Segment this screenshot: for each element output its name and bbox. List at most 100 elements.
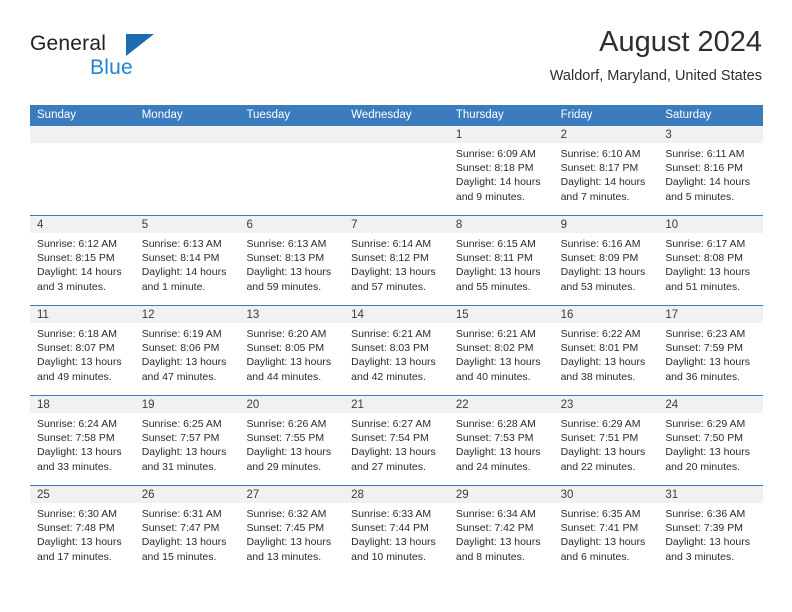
daylight-text-line1: Daylight: 14 hours	[141, 266, 227, 279]
calendar-day-cell[interactable]: 31 Sunrise: 6:36 AM Sunset: 7:39 PM Dayligh…	[658, 486, 764, 575]
weekday-header-thursday: Thursday	[455, 109, 504, 121]
calendar-day-cell[interactable]: 16 Sunrise: 6:22 AM Sunset: 8:01 PM Dayligh…	[553, 306, 659, 395]
day-number: 19	[134, 396, 240, 413]
calendar-day-cell[interactable]: 17 Sunrise: 6:23 AM Sunset: 7:59 PM Dayligh…	[658, 306, 764, 395]
day-details: Sunrise: 6:22 AM Sunset: 8:01 PM Daylight:…	[554, 323, 659, 384]
daylight-text-line1: Daylight: 13 hours	[560, 266, 646, 279]
general-blue-logo[interactable]: General Blue	[30, 32, 160, 84]
calendar-day-cell[interactable]: 25 Sunrise: 6:30 AM Sunset: 7:48 PM Dayligh…	[30, 486, 135, 575]
calendar-day-cell[interactable]: 7 Sunrise: 6:14 AM Sunset: 8:12 PM Daylight…	[344, 216, 449, 305]
day-number: 28	[344, 486, 449, 503]
daylight-text-line2: and 33 minutes.	[37, 460, 112, 473]
calendar-day-cell[interactable]: 22 Sunrise: 6:28 AM Sunset: 7:53 PM Dayligh…	[448, 396, 554, 485]
sunset-text: Sunset: 8:02 PM	[455, 342, 534, 355]
calendar-day-cell[interactable]: 5 Sunrise: 6:13 AM Sunset: 8:14 PM Daylight…	[134, 216, 240, 305]
calendar-day-cell[interactable]: 13 Sunrise: 6:20 AM Sunset: 8:05 PM Dayligh…	[239, 306, 345, 395]
sunrise-text: Sunrise: 6:14 AM	[351, 238, 432, 250]
sunset-text: Sunset: 8:09 PM	[560, 252, 639, 265]
daylight-text-line2: and 13 minutes.	[246, 550, 322, 563]
sunrise-text: Sunrise: 6:20 AM	[246, 328, 327, 340]
calendar-day-cell[interactable]: 20 Sunrise: 6:26 AM Sunset: 7:55 PM Dayligh…	[239, 396, 345, 485]
calendar-day-cell[interactable]: 30 Sunrise: 6:35 AM Sunset: 7:41 PM Dayligh…	[553, 486, 659, 575]
weekday-header-wednesday: Wednesday	[351, 109, 412, 121]
sunset-text: Sunset: 8:13 PM	[246, 252, 325, 265]
day-number: 27	[239, 486, 345, 503]
daylight-text-line2: and 17 minutes.	[37, 550, 112, 563]
daylight-text-line2: and 9 minutes.	[455, 190, 525, 203]
sunrise-text: Sunrise: 6:33 AM	[351, 508, 432, 520]
daylight-text-line1: Daylight: 13 hours	[351, 356, 436, 369]
daylight-text-line2: and 42 minutes.	[351, 370, 426, 383]
sunrise-text: Sunrise: 6:30 AM	[37, 508, 117, 520]
calendar-day-cell[interactable]: 3 Sunrise: 6:11 AM Sunset: 8:16 PM Daylight…	[658, 126, 764, 215]
calendar-week-row: 4 Sunrise: 6:12 AM Sunset: 8:15 PM Daylight…	[30, 215, 764, 305]
calendar-day-cell[interactable]: 4 Sunrise: 6:12 AM Sunset: 8:15 PM Daylight…	[30, 216, 135, 305]
calendar-day-cell[interactable]: 24 Sunrise: 6:29 AM Sunset: 7:50 PM Dayligh…	[658, 396, 764, 485]
calendar-day-cell[interactable]: 15 Sunrise: 6:21 AM Sunset: 8:02 PM Dayligh…	[448, 306, 554, 395]
daylight-text-line2: and 59 minutes.	[246, 280, 322, 293]
calendar-day-cell[interactable]: 18 Sunrise: 6:24 AM Sunset: 7:58 PM Dayligh…	[30, 396, 135, 485]
daylight-text-line1: Daylight: 14 hours	[560, 176, 646, 189]
daylight-text-line2: and 29 minutes.	[246, 460, 322, 473]
day-details: Sunrise: 6:16 AM Sunset: 8:09 PM Daylight:…	[554, 233, 659, 294]
daylight-text-line2: and 36 minutes.	[665, 370, 741, 383]
sunrise-text: Sunrise: 6:36 AM	[665, 508, 746, 520]
calendar-day-cell[interactable]: 23 Sunrise: 6:29 AM Sunset: 7:51 PM Dayligh…	[553, 396, 659, 485]
daylight-text-line2: and 8 minutes.	[455, 550, 525, 563]
sunrise-text: Sunrise: 6:21 AM	[455, 328, 536, 340]
sunrise-text: Sunrise: 6:13 AM	[141, 238, 222, 250]
daylight-text-line1: Daylight: 13 hours	[246, 536, 332, 549]
day-details: Sunrise: 6:17 AM Sunset: 8:08 PM Daylight:…	[658, 233, 763, 294]
day-number: 24	[658, 396, 764, 413]
daylight-text-line2: and 5 minutes.	[665, 190, 735, 203]
day-details: Sunrise: 6:25 AM Sunset: 7:57 PM Daylight:…	[135, 413, 240, 474]
daylight-text-line1: Daylight: 13 hours	[665, 446, 750, 459]
sunset-text: Sunset: 7:58 PM	[37, 432, 115, 445]
day-number: 18	[30, 396, 135, 413]
day-number: 31	[658, 486, 764, 503]
calendar-day-cell[interactable]: 6 Sunrise: 6:13 AM Sunset: 8:13 PM Daylight…	[239, 216, 345, 305]
sunset-text: Sunset: 8:12 PM	[351, 252, 429, 265]
day-details: Sunrise: 6:15 AM Sunset: 8:11 PM Daylight:…	[449, 233, 554, 294]
day-details: Sunrise: 6:32 AM Sunset: 7:45 PM Daylight:…	[239, 503, 344, 564]
daylight-text-line2: and 1 minute.	[141, 280, 206, 293]
daylight-text-line1: Daylight: 13 hours	[665, 536, 750, 549]
calendar-day-cell[interactable]: 27 Sunrise: 6:32 AM Sunset: 7:45 PM Dayligh…	[239, 486, 345, 575]
day-number: 10	[658, 216, 764, 233]
calendar-day-cell[interactable]: 9 Sunrise: 6:16 AM Sunset: 8:09 PM Daylight…	[553, 216, 659, 305]
calendar-day-cell[interactable]: 2 Sunrise: 6:10 AM Sunset: 8:17 PM Daylight…	[553, 126, 659, 215]
day-number	[30, 126, 135, 143]
calendar-day-cell[interactable]: 28 Sunrise: 6:33 AM Sunset: 7:44 PM Dayligh…	[344, 486, 449, 575]
calendar-day-cell[interactable]: 10 Sunrise: 6:17 AM Sunset: 8:08 PM Dayligh…	[658, 216, 764, 305]
sunset-text: Sunset: 8:05 PM	[246, 342, 325, 355]
daylight-text-line2: and 20 minutes.	[665, 460, 741, 473]
calendar-day-cell[interactable]: 14 Sunrise: 6:21 AM Sunset: 8:03 PM Dayligh…	[344, 306, 449, 395]
calendar-day-cell[interactable]: 1 Sunrise: 6:09 AM Sunset: 8:18 PM Daylight…	[448, 126, 554, 215]
day-number: 7	[344, 216, 449, 233]
sunrise-text: Sunrise: 6:31 AM	[141, 508, 222, 520]
sunrise-text: Sunrise: 6:15 AM	[455, 238, 536, 250]
calendar-day-cell[interactable]: 26 Sunrise: 6:31 AM Sunset: 7:47 PM Dayligh…	[134, 486, 240, 575]
daylight-text-line2: and 27 minutes.	[351, 460, 426, 473]
calendar-day-cell[interactable]: 19 Sunrise: 6:25 AM Sunset: 7:57 PM Dayligh…	[134, 396, 240, 485]
day-details: Sunrise: 6:18 AM Sunset: 8:07 PM Daylight:…	[30, 323, 135, 384]
calendar-day-cell[interactable]: 11 Sunrise: 6:18 AM Sunset: 8:07 PM Dayligh…	[30, 306, 135, 395]
calendar-day-cell[interactable]: 12 Sunrise: 6:19 AM Sunset: 8:06 PM Dayligh…	[134, 306, 240, 395]
sunset-text: Sunset: 8:18 PM	[455, 162, 534, 175]
day-number: 21	[344, 396, 449, 413]
calendar-week-row: 25 Sunrise: 6:30 AM Sunset: 7:48 PM Dayligh…	[30, 485, 764, 575]
daylight-text-line1: Daylight: 14 hours	[455, 176, 541, 189]
day-details: Sunrise: 6:21 AM Sunset: 8:03 PM Daylight:…	[344, 323, 449, 384]
calendar-day-cell[interactable]: 8 Sunrise: 6:15 AM Sunset: 8:11 PM Daylight…	[448, 216, 554, 305]
day-details: Sunrise: 6:26 AM Sunset: 7:55 PM Daylight:…	[239, 413, 344, 474]
calendar-day-cell[interactable]: 21 Sunrise: 6:27 AM Sunset: 7:54 PM Dayligh…	[344, 396, 449, 485]
day-details: Sunrise: 6:28 AM Sunset: 7:53 PM Daylight:…	[449, 413, 554, 474]
calendar-day-cell[interactable]: 29 Sunrise: 6:34 AM Sunset: 7:42 PM Dayligh…	[448, 486, 554, 575]
calendar-weeks: 1 Sunrise: 6:09 AM Sunset: 8:18 PM Daylight…	[30, 126, 764, 575]
sunset-text: Sunset: 7:48 PM	[37, 522, 115, 535]
daylight-text-line2: and 6 minutes.	[560, 550, 630, 563]
calendar-day-empty	[30, 126, 135, 215]
sunrise-text: Sunrise: 6:22 AM	[560, 328, 641, 340]
day-details: Sunrise: 6:23 AM Sunset: 7:59 PM Daylight:…	[658, 323, 763, 384]
daylight-text-line2: and 22 minutes.	[560, 460, 636, 473]
